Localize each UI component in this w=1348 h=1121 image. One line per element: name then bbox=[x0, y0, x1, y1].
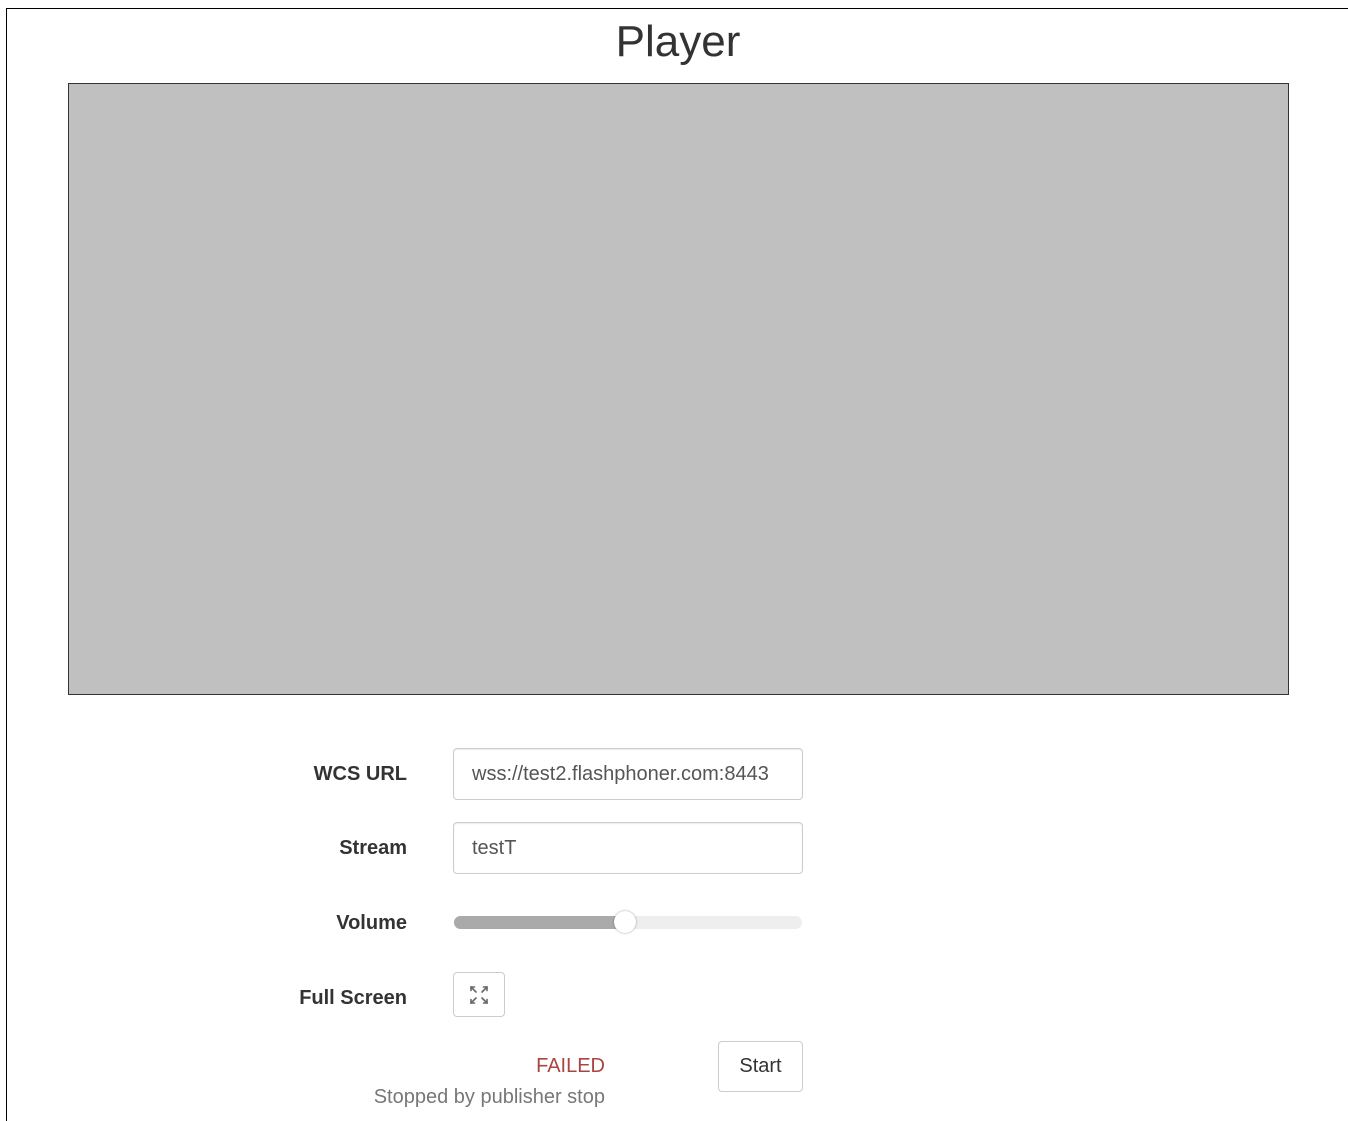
start-button[interactable]: Start bbox=[718, 1041, 803, 1092]
wcs-url-input[interactable] bbox=[453, 748, 803, 800]
volume-slider-handle[interactable] bbox=[613, 911, 636, 933]
video-display bbox=[68, 83, 1289, 695]
volume-slider-fill bbox=[454, 916, 625, 929]
fullscreen-label: Full Screen bbox=[299, 987, 407, 1009]
fullscreen-button[interactable] bbox=[453, 972, 505, 1017]
page-title: Player bbox=[615, 17, 741, 66]
volume-label: Volume bbox=[336, 912, 407, 934]
stream-label: Stream bbox=[339, 837, 407, 859]
status-state: FAILED bbox=[536, 1055, 605, 1077]
wcs-url-label: WCS URL bbox=[313, 763, 407, 785]
status-info: Stopped by publisher stop bbox=[373, 1086, 605, 1108]
volume-slider[interactable] bbox=[454, 911, 802, 933]
stream-input[interactable] bbox=[453, 822, 803, 874]
expand-arrows-icon bbox=[470, 985, 488, 1004]
